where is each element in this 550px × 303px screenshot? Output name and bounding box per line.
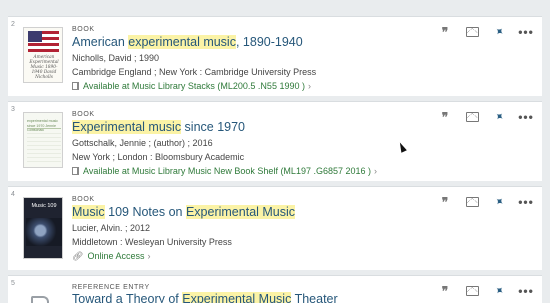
- result-index: 3: [11, 106, 15, 113]
- email-icon[interactable]: [464, 110, 480, 124]
- more-options-icon[interactable]: •••: [518, 284, 534, 298]
- result-index: 5: [11, 280, 15, 287]
- chevron-right-icon: ›: [307, 81, 311, 91]
- document-icon: [31, 296, 49, 303]
- email-icon[interactable]: [464, 195, 480, 209]
- result-type: BOOK: [72, 196, 95, 203]
- citation-icon[interactable]: ❞: [437, 284, 453, 298]
- result-publisher: New York ; London : Bloomsbury Academic: [72, 152, 245, 162]
- availability-link[interactable]: Available at Music Library Music New Boo…: [72, 166, 377, 176]
- result-title-link[interactable]: Toward a Theory of Experimental Music Th…: [72, 292, 338, 303]
- cover-text: Music 109: [31, 203, 57, 209]
- result-title-link[interactable]: Music 109 Notes on Experimental Music: [72, 205, 296, 219]
- title-highlight: Experimental Music: [182, 292, 292, 303]
- email-icon[interactable]: [464, 25, 480, 39]
- book-cover-thumbnail[interactable]: Music 109: [23, 197, 63, 259]
- result-author: Lucier, Alvin. ; 2012: [72, 223, 151, 233]
- online-access-label: Online Access: [87, 251, 145, 261]
- result-card: 2 American Experimental Music 1890-1940 …: [8, 16, 542, 96]
- title-text: , 1890-1940: [235, 35, 303, 49]
- result-actions: ❞ ✦ •••: [437, 283, 534, 298]
- pin-icon[interactable]: ✦: [488, 191, 509, 212]
- title-text: American: [72, 35, 129, 49]
- reference-entry-thumbnail[interactable]: [23, 286, 63, 303]
- availability-location: Music Library Stacks (ML200.5 .N55 1990 …: [131, 81, 305, 91]
- book-cover-thumbnail[interactable]: American Experimental Music 1890-1940 Da…: [23, 27, 63, 83]
- pin-icon[interactable]: ✦: [488, 21, 509, 42]
- pin-icon[interactable]: ✦: [488, 280, 509, 301]
- result-publisher: Middletown : Wesleyan University Press: [72, 237, 232, 247]
- availability-link[interactable]: Available at Music Library Stacks (ML200…: [72, 81, 311, 91]
- result-card: 3 experimental music since 1970 Jennie G…: [8, 101, 542, 181]
- shelf-icon: [72, 167, 79, 175]
- email-icon[interactable]: [464, 284, 480, 298]
- link-icon: 🔗︎: [72, 251, 84, 261]
- result-author: Gottschalk, Jennie ; (author) ; 2016: [72, 138, 213, 148]
- title-highlight: Experimental music: [72, 120, 182, 134]
- citation-icon[interactable]: ❞: [437, 25, 453, 39]
- citation-icon[interactable]: ❞: [437, 110, 453, 124]
- title-text: Theater: [291, 292, 338, 303]
- result-publisher: Cambridge England ; New York : Cambridge…: [72, 67, 317, 77]
- result-author: Nicholls, David ; 1990: [72, 53, 160, 63]
- result-type: BOOK: [72, 111, 95, 118]
- title-highlight: Experimental Music: [185, 205, 296, 219]
- result-index: 4: [11, 191, 15, 198]
- cover-text: American Experimental Music 1890-1940 Da…: [29, 55, 59, 80]
- result-actions: ❞ ✦ •••: [437, 194, 534, 209]
- chevron-right-icon: ›: [147, 251, 151, 261]
- result-title-link[interactable]: Experimental music since 1970: [72, 120, 245, 134]
- more-options-icon[interactable]: •••: [518, 195, 534, 209]
- availability-location: Music Library Music New Book Shelf (ML19…: [131, 166, 371, 176]
- more-options-icon[interactable]: •••: [518, 110, 534, 124]
- availability-label: Available at: [83, 81, 130, 91]
- results-top-strip: [0, 0, 550, 16]
- citation-icon[interactable]: ❞: [437, 195, 453, 209]
- title-text: 109 Notes on: [104, 205, 186, 219]
- pin-icon[interactable]: ✦: [488, 106, 509, 127]
- title-text: since 1970: [181, 120, 246, 134]
- cover-pattern: [27, 133, 61, 163]
- result-card: 5 REFERENCE ENTRY Toward a Theory of Exp…: [8, 275, 542, 303]
- more-options-icon[interactable]: •••: [518, 25, 534, 39]
- title-text: Toward a Theory of: [72, 292, 183, 303]
- result-type: BOOK: [72, 26, 95, 33]
- cover-art: [26, 218, 62, 246]
- title-highlight: experimental music: [128, 35, 236, 49]
- result-type: REFERENCE ENTRY: [72, 284, 150, 291]
- title-highlight: Music: [72, 205, 105, 219]
- result-index: 2: [11, 21, 15, 28]
- cover-divider: [27, 128, 61, 129]
- cover-text: experimental music since 1970 Jennie Got…: [27, 119, 58, 132]
- book-cover-thumbnail[interactable]: experimental music since 1970 Jennie Got…: [23, 112, 63, 168]
- flag-cover-art: [28, 31, 59, 52]
- chevron-right-icon: ›: [374, 166, 377, 176]
- online-access-link[interactable]: 🔗︎ Online Access ›: [72, 251, 150, 262]
- shelf-icon: [72, 82, 79, 90]
- result-actions: ❞ ✦ •••: [437, 109, 534, 124]
- result-title-link[interactable]: American experimental music, 1890-1940: [72, 35, 303, 49]
- result-actions: ❞ ✦ •••: [437, 24, 534, 39]
- result-card: 4 Music 109 BOOK Music 109 Notes on Expe…: [8, 186, 542, 270]
- availability-label: Available at: [83, 166, 130, 176]
